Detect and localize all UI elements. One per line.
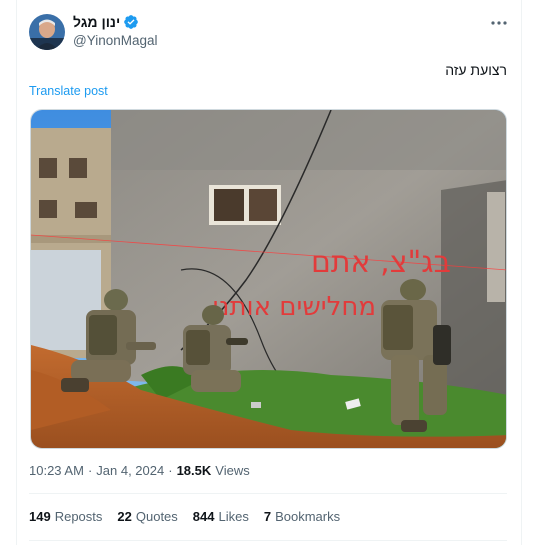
translate-post-link[interactable]: Translate post	[29, 84, 108, 98]
bookmarks-stat[interactable]: 7 Bookmarks	[264, 509, 340, 524]
photo-soldiers-graffiti-wall: בג"צ, אתם מחלישים אותנו	[31, 110, 506, 448]
likes-stat[interactable]: 844 Likes	[193, 509, 249, 524]
likes-count: 844	[192, 509, 215, 524]
author-handle[interactable]: @YinonMagal	[73, 33, 158, 48]
divider	[29, 493, 507, 494]
verified-badge-icon	[124, 15, 139, 29]
meta-separator: ·	[87, 463, 93, 478]
graffiti-line-1: בג"צ, אתם	[311, 245, 451, 280]
engagement-stats: 149 Reposts 22 Quotes 844 Likes 7 Bookma…	[29, 509, 340, 524]
author-display-name[interactable]: ינון מגל	[73, 14, 120, 30]
divider	[29, 540, 507, 541]
avatar[interactable]	[29, 14, 65, 50]
views-label: Views	[215, 463, 250, 478]
reposts-stat[interactable]: 149 Reposts	[29, 509, 102, 524]
avatar-image	[29, 14, 65, 50]
quotes-count: 22	[117, 509, 132, 524]
meta-separator: ·	[168, 463, 173, 478]
tweet-meta: 10:23 AM · Jan 4, 2024 · 18.5K Views	[29, 463, 250, 478]
tweet-text: רצועת עזה	[445, 62, 507, 78]
quotes-label: Quotes	[135, 509, 178, 524]
bookmarks-label: Bookmarks	[275, 509, 341, 524]
reposts-label: Reposts	[54, 509, 103, 524]
more-options-button[interactable]	[489, 13, 509, 33]
views-count: 18.5K	[176, 463, 212, 478]
quotes-stat[interactable]: 22 Quotes	[117, 509, 177, 524]
reposts-count: 149	[29, 509, 51, 524]
tweet-photo[interactable]: בג"צ, אתם מחלישים אותנו	[30, 109, 507, 449]
likes-label: Likes	[218, 509, 249, 524]
graffiti-line-2: מחלישים אותנו	[212, 292, 376, 322]
tweet-date[interactable]: Jan 4, 2024	[96, 463, 164, 478]
bookmarks-count: 7	[263, 509, 272, 524]
author-name-row[interactable]: ינון מגל	[73, 14, 139, 30]
more-dots-icon	[491, 21, 507, 25]
tweet-time[interactable]: 10:23 AM	[29, 463, 84, 478]
